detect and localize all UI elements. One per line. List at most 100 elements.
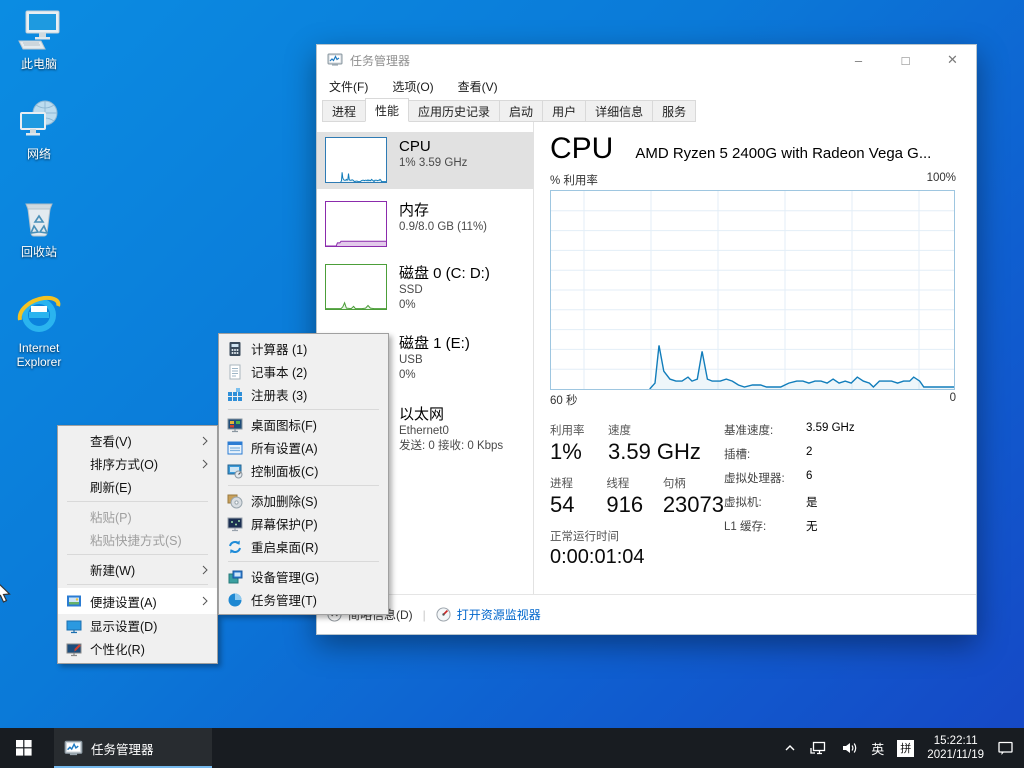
submenu-item-restart-desktop[interactable]: 重启桌面(R)	[219, 535, 388, 558]
task-manager-icon	[327, 52, 343, 68]
menu-item-display-settings[interactable]: 显示设置(D)	[58, 614, 217, 637]
tab-services[interactable]: 服务	[652, 100, 696, 122]
disk0-mini-graph	[325, 264, 387, 310]
menu-item-sort-by[interactable]: 排序方式(O)	[58, 452, 217, 475]
desktop-icon-internet-explorer[interactable]: Internet Explorer	[0, 292, 78, 369]
desktop-icon-this-pc[interactable]: 此电脑	[0, 8, 78, 71]
add-remove-icon	[227, 493, 243, 509]
cpu-spec-list: 基准速度:3.59 GHz 插槽:2 虚拟处理器:6 虚拟机:是 L1 缓存:无	[724, 422, 956, 569]
cpu-panel-title: CPU	[550, 132, 613, 166]
submenu-item-task-manager[interactable]: 任务管理(T)	[219, 588, 388, 611]
memory-mini-graph	[325, 201, 387, 247]
menu-bar: 文件(F) 选项(O) 查看(V)	[317, 75, 976, 98]
submenu-item-desktop-icons[interactable]: 桌面图标(F)	[219, 413, 388, 436]
taskbar-clock[interactable]: 15:22:11 2021/11/19	[927, 734, 984, 762]
taskbar-app-task-manager[interactable]: 任务管理器	[54, 728, 212, 768]
graph-label-utilization: % 利用率	[550, 172, 598, 188]
sidebar-item-memory[interactable]: 内存 0.9/8.0 GB (11%)	[317, 196, 534, 253]
menu-item-new[interactable]: 新建(W)	[58, 558, 217, 581]
menu-item-refresh[interactable]: 刷新(E)	[58, 475, 217, 498]
submenu-item-add-remove[interactable]: 添加删除(S)	[219, 489, 388, 512]
graph-axis-0: 0	[950, 392, 956, 408]
quick-settings-submenu: 计算器 (1) 记事本 (2) 注册表 (3) 桌面图标(F)	[218, 333, 389, 615]
desktop-icon-recycle-bin[interactable]: 回收站	[0, 196, 78, 259]
cpu-utilization-graph	[550, 190, 955, 390]
submenu-arrow-icon	[202, 565, 208, 575]
sidebar-item-cpu[interactable]: CPU 1% 3.59 GHz	[317, 132, 534, 189]
tab-startup[interactable]: 启动	[499, 100, 543, 122]
window-title: 任务管理器	[350, 52, 410, 69]
task-manager-pie-icon	[227, 592, 243, 608]
minimize-button[interactable]: –	[835, 45, 882, 75]
menu-item-quick-settings[interactable]: 便捷设置(A)	[58, 588, 217, 614]
submenu-item-device-manager[interactable]: 设备管理(G)	[219, 565, 388, 588]
tab-details[interactable]: 详细信息	[585, 100, 653, 122]
display-settings-icon	[66, 618, 82, 634]
menu-separator	[67, 501, 208, 502]
resource-monitor-icon	[436, 607, 451, 622]
submenu-item-all-settings[interactable]: 所有设置(A)	[219, 436, 388, 459]
submenu-item-notepad[interactable]: 记事本 (2)	[219, 360, 388, 383]
recycle-bin-icon	[16, 196, 62, 242]
tray-expand-chevron-icon[interactable]	[783, 741, 797, 755]
menu-file[interactable]: 文件(F)	[329, 78, 368, 95]
submenu-item-screensaver[interactable]: 屏幕保护(P)	[219, 512, 388, 535]
action-center-icon[interactable]	[997, 740, 1014, 756]
system-tray: 英 拼 15:22:11 2021/11/19	[783, 728, 1024, 768]
menu-view[interactable]: 查看(V)	[458, 78, 498, 95]
stat-utilization: 利用率 1%	[550, 422, 608, 465]
taskbar-app-label: 任务管理器	[91, 739, 154, 758]
ime-language-indicator[interactable]: 英	[871, 739, 884, 758]
submenu-item-calculator[interactable]: 计算器 (1)	[219, 337, 388, 360]
menu-separator	[67, 584, 208, 585]
menu-separator	[67, 554, 208, 555]
start-button[interactable]	[0, 728, 48, 768]
device-manager-icon	[227, 569, 243, 585]
cpu-model-name: AMD Ryzen 5 2400G with Radeon Vega G...	[635, 145, 956, 162]
titlebar[interactable]: 任务管理器 – □ ✕	[317, 45, 976, 75]
desktop-icon-label: 网络	[0, 147, 78, 161]
tab-app-history[interactable]: 应用历史记录	[408, 100, 500, 122]
menu-item-view[interactable]: 查看(V)	[58, 429, 217, 452]
network-icon	[16, 98, 62, 144]
tab-processes[interactable]: 进程	[322, 100, 366, 122]
network-tray-icon[interactable]	[810, 740, 828, 756]
control-panel-icon	[227, 463, 243, 479]
menu-item-paste-shortcut[interactable]: 粘贴快捷方式(S)	[58, 528, 217, 551]
menu-options[interactable]: 选项(O)	[392, 78, 433, 95]
notepad-icon	[227, 364, 243, 380]
task-manager-window: 任务管理器 – □ ✕ 文件(F) 选项(O) 查看(V) 进程 性能 应用历史…	[316, 44, 977, 635]
graph-axis-60s: 60 秒	[550, 392, 578, 408]
cpu-panel: CPU AMD Ryzen 5 2400G with Radeon Vega G…	[550, 122, 956, 594]
tab-users[interactable]: 用户	[542, 100, 586, 122]
desktop-context-menu: 查看(V) 排序方式(O) 刷新(E) 粘贴(P) 粘贴快捷方式(S) 新建(W…	[57, 425, 218, 664]
submenu-arrow-icon	[202, 459, 208, 469]
this-pc-icon	[16, 8, 62, 54]
menu-separator	[228, 485, 379, 486]
task-manager-icon	[64, 739, 83, 758]
menu-separator	[228, 561, 379, 562]
menu-item-personalize[interactable]: 个性化(R)	[58, 637, 217, 660]
volume-tray-icon[interactable]	[841, 740, 858, 756]
graph-label-max: 100%	[927, 172, 956, 188]
tab-performance[interactable]: 性能	[365, 98, 409, 122]
ime-mode-indicator[interactable]: 拼	[897, 740, 914, 757]
all-settings-icon	[227, 440, 243, 456]
windows-logo-icon	[16, 740, 32, 756]
stat-speed: 速度 3.59 GHz	[608, 422, 701, 465]
calculator-icon	[227, 341, 243, 357]
submenu-item-control-panel[interactable]: 控制面板(C)	[219, 459, 388, 482]
menu-item-paste[interactable]: 粘贴(P)	[58, 505, 217, 528]
stat-processes: 进程 54	[550, 475, 606, 518]
desktop-icon-network[interactable]: 网络	[0, 98, 78, 161]
taskmgr-footer: 简略信息(D) | 打开资源监视器	[317, 594, 976, 634]
maximize-button[interactable]: □	[882, 45, 929, 75]
quick-settings-icon	[66, 593, 82, 609]
open-resource-monitor-link[interactable]: 打开资源监视器	[436, 606, 541, 623]
close-button[interactable]: ✕	[929, 45, 976, 75]
footer-divider: |	[423, 608, 426, 622]
tab-bar: 进程 性能 应用历史记录 启动 用户 详细信息 服务	[317, 98, 976, 122]
sidebar-item-disk0[interactable]: 磁盘 0 (C: D:) SSD 0%	[317, 259, 534, 326]
personalize-icon	[66, 641, 82, 657]
submenu-item-registry[interactable]: 注册表 (3)	[219, 383, 388, 406]
